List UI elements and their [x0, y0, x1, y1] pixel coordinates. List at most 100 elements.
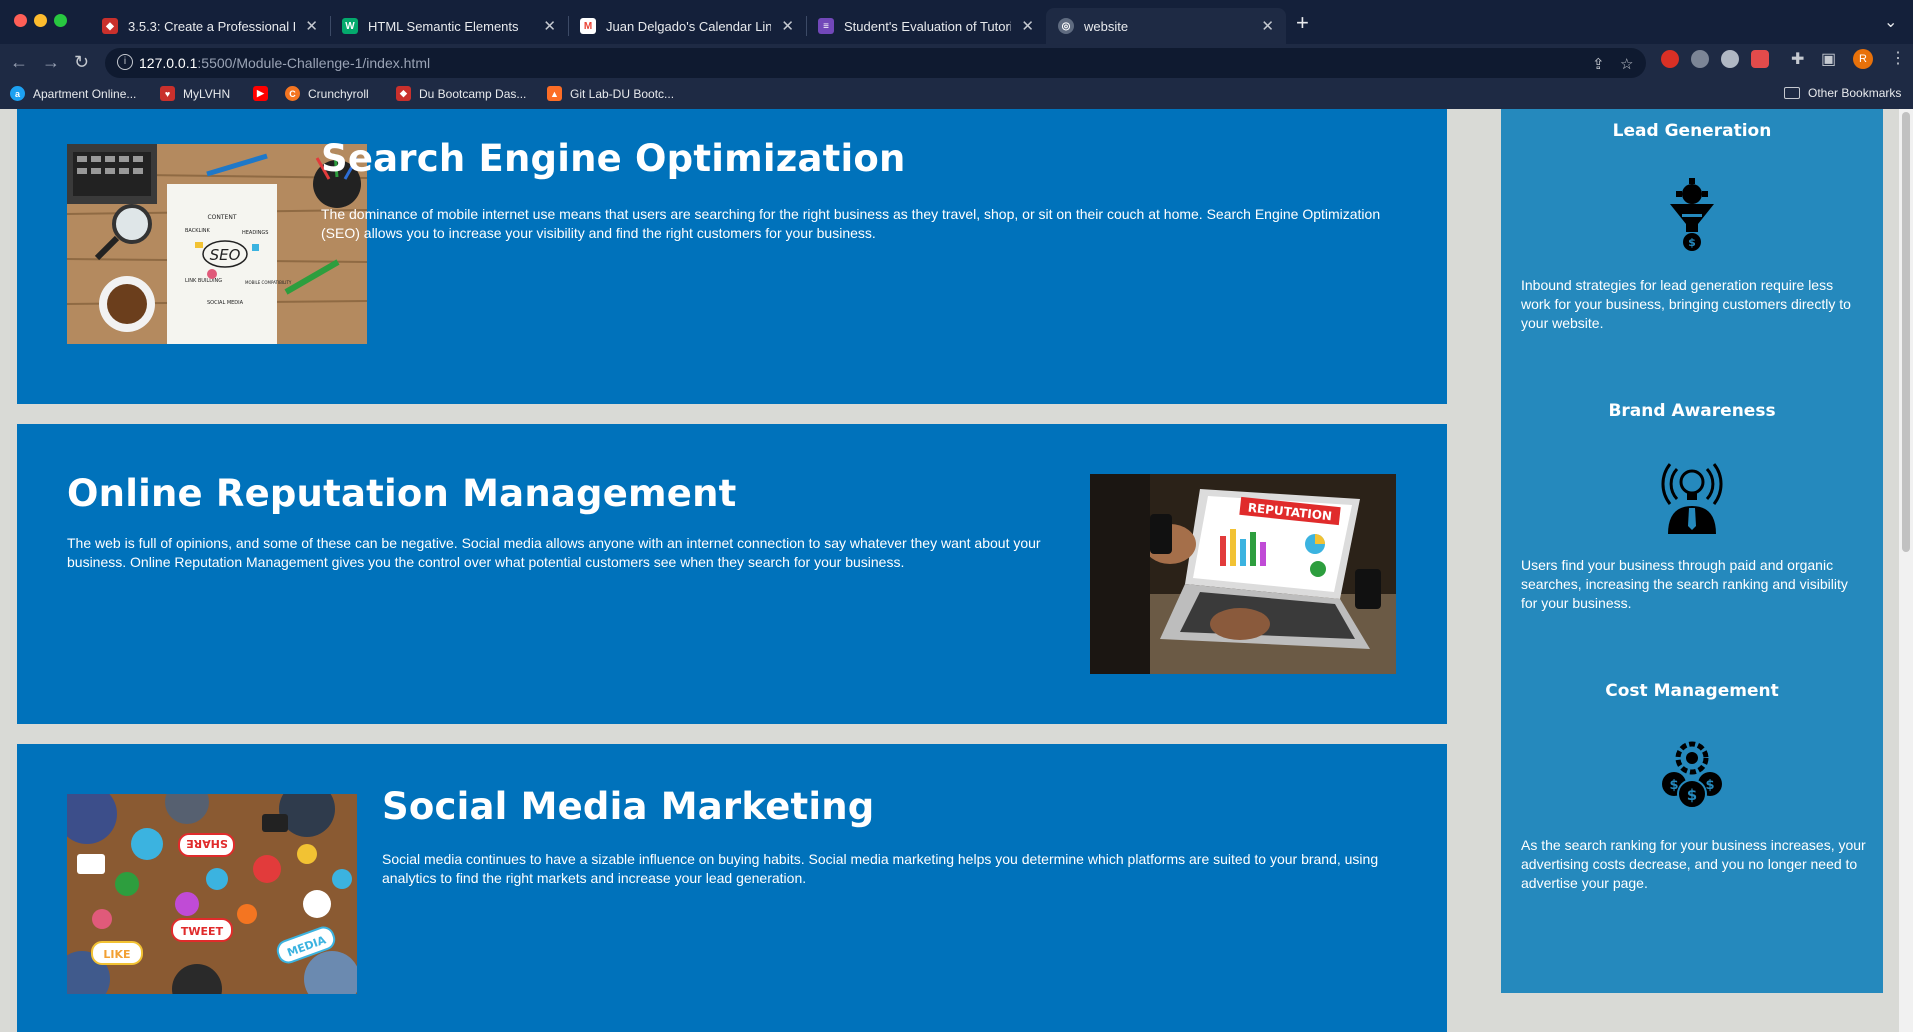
tab-html-semantic[interactable]: W HTML Semantic Elements ✕ — [330, 8, 568, 44]
social-media-image: SHARE TWEET LIKE MEDIA — [67, 794, 357, 994]
bookmark-star-icon[interactable]: ☆ — [1620, 55, 1633, 73]
seo-section: CONTENT BACKLINK HEADINGS SEO LINK BUILD… — [17, 109, 1447, 404]
benefit-title: Lead Generation — [1612, 121, 1772, 141]
mylvhn-icon: ♥ — [160, 86, 175, 101]
section-text: The dominance of mobile internet use mea… — [321, 206, 1381, 241]
social-image-label: LIKE — [103, 948, 130, 961]
tab-student-evaluation[interactable]: ≡ Student's Evaluation of Tutorin ✕ — [806, 8, 1046, 44]
section-title: Online Reputation Management — [67, 472, 737, 515]
browser-chrome: ◆ 3.5.3: Create a Professional Pr ✕ W HT… — [0, 0, 1913, 109]
brand-lightbulb-icon — [1652, 454, 1732, 534]
extension-grammar-icon[interactable] — [1721, 50, 1739, 68]
extensions-puzzle-icon[interactable]: ✚ — [1791, 49, 1804, 69]
bookmark-du-bootcamp[interactable]: ◆ Du Bootcamp Das... — [396, 86, 526, 101]
svg-text:$: $ — [1705, 778, 1714, 793]
benefit-text: As the search ranking for your business … — [1521, 837, 1866, 891]
bootcamp-icon: ◆ — [396, 86, 411, 101]
social-image-label: TWEET — [181, 925, 224, 938]
section-title: Social Media Marketing — [382, 785, 875, 828]
url-path: :5500/Module-Challenge-1/index.html — [197, 55, 431, 71]
bookmark-label: Du Bootcamp Das... — [419, 86, 527, 101]
extension-feather-icon[interactable] — [1691, 50, 1709, 68]
other-bookmarks-label: Other Bookmarks — [1808, 86, 1902, 100]
toolbar: ← → ↻ i 127.0.0.1:5500/Module-Challenge-… — [0, 44, 1913, 82]
reload-icon[interactable]: ↻ — [74, 52, 89, 73]
url-text[interactable]: 127.0.0.1:5500/Module-Challenge-1/index.… — [139, 55, 430, 71]
gmail-icon: M — [580, 18, 596, 34]
social-media-section: SHARE TWEET LIKE MEDIA Social Media Mark… — [17, 744, 1447, 1032]
reputation-section: Online Reputation Management The web is … — [17, 424, 1447, 724]
close-tab-icon[interactable]: ✕ — [1021, 17, 1034, 35]
tab-search-chevron-icon[interactable]: ⌄ — [1884, 12, 1897, 32]
profile-avatar[interactable]: R — [1853, 49, 1873, 69]
seo-image-label: SOCIAL MEDIA — [207, 300, 244, 306]
seo-image-label: LINK BUILDING — [185, 278, 222, 284]
seo-image-label: CONTENT — [207, 214, 236, 221]
section-text: The web is full of opinions, and some of… — [67, 535, 1041, 570]
bookmark-label: Crunchyroll — [308, 86, 369, 101]
bookmark-mylvhn[interactable]: ♥ MyLVHN — [160, 86, 230, 101]
tab-website[interactable]: ◎ website ✕ — [1046, 8, 1286, 44]
section-title: Search Engine Optimization — [321, 137, 906, 180]
bookmark-label: Apartment Online... — [33, 86, 137, 101]
w3schools-icon: W — [342, 18, 358, 34]
lead-funnel-icon: $ — [1652, 174, 1732, 254]
social-image-label: SHARE — [186, 837, 228, 850]
browser-menu-icon[interactable]: ⋮ — [1890, 48, 1906, 68]
tab-calendar-link[interactable]: M Juan Delgado's Calendar Link ✕ — [568, 8, 806, 44]
close-tab-icon[interactable]: ✕ — [1261, 17, 1274, 35]
close-window-button[interactable] — [14, 14, 27, 27]
tab-title: Juan Delgado's Calendar Link — [606, 18, 772, 34]
forms-icon: ≡ — [818, 18, 834, 34]
benefit-text: Users find your business through paid an… — [1521, 557, 1848, 611]
forward-icon[interactable]: → — [42, 52, 60, 73]
svg-text:$: $ — [1669, 778, 1678, 793]
tab-title: HTML Semantic Elements — [368, 18, 519, 34]
tab-strip: ◆ 3.5.3: Create a Professional Pr ✕ W HT… — [0, 0, 1913, 44]
svg-text:$: $ — [1687, 786, 1697, 804]
seo-image-label: BACKLINK — [185, 228, 211, 234]
bookmark-apartment[interactable]: a Apartment Online... — [10, 86, 136, 101]
maximize-window-button[interactable] — [54, 14, 67, 27]
close-tab-icon[interactable]: ✕ — [305, 17, 318, 35]
benefit-title: Brand Awareness — [1608, 401, 1776, 421]
bookmark-label: Git Lab-DU Bootc... — [570, 86, 675, 101]
bookmark-gitlab[interactable]: ▲ Git Lab-DU Bootc... — [547, 86, 674, 101]
bookmark-label: MyLVHN — [183, 86, 231, 101]
minimize-window-button[interactable] — [34, 14, 47, 27]
address-bar[interactable]: i 127.0.0.1:5500/Module-Challenge-1/inde… — [105, 48, 1646, 78]
site-info-icon[interactable]: i — [117, 54, 133, 70]
benefit-text: Inbound strategies for lead generation r… — [1521, 277, 1851, 331]
back-icon[interactable]: ← — [10, 52, 28, 73]
side-panel-icon[interactable]: ▣ — [1821, 49, 1836, 69]
crunchyroll-icon: C — [285, 86, 300, 101]
seo-image-label: HEADINGS — [242, 230, 268, 236]
close-tab-icon[interactable]: ✕ — [543, 17, 556, 35]
bookmark-youtube[interactable]: ▶ — [253, 86, 276, 101]
youtube-icon: ▶ — [253, 86, 268, 101]
tab-title: Student's Evaluation of Tutorin — [844, 18, 1012, 34]
gitlab-icon: ▲ — [547, 86, 562, 101]
globe-icon: ◎ — [1058, 18, 1074, 34]
cost-coins-icon: $ $ $ — [1652, 734, 1732, 814]
benefit-title: Cost Management — [1605, 681, 1779, 701]
share-icon[interactable]: ⇪ — [1592, 55, 1605, 73]
seo-image-label: SEO — [210, 246, 241, 264]
benefits-aside: Lead Generation $ Inbound strategies for… — [1501, 109, 1883, 993]
close-tab-icon[interactable]: ✕ — [781, 17, 794, 35]
url-host: 127.0.0.1 — [139, 55, 198, 71]
extension-record-icon[interactable] — [1751, 50, 1769, 68]
extension-shield-icon[interactable] — [1661, 50, 1679, 68]
folder-icon — [1784, 87, 1800, 99]
other-bookmarks[interactable]: Other Bookmarks — [1784, 86, 1901, 100]
tab-title: website — [1084, 18, 1129, 34]
bookmark-crunchyroll[interactable]: C Crunchyroll — [285, 86, 369, 101]
svg-text:$: $ — [1688, 236, 1696, 249]
scrollbar-thumb[interactable] — [1902, 112, 1910, 552]
tab-create-professional[interactable]: ◆ 3.5.3: Create a Professional Pr ✕ — [90, 8, 330, 44]
new-tab-icon[interactable]: + — [1296, 10, 1309, 36]
bookmarks-bar: a Apartment Online... ♥ MyLVHN ▶ C Crunc… — [0, 82, 1913, 109]
tab-title: 3.5.3: Create a Professional Pr — [128, 18, 296, 34]
apartment-icon: a — [10, 86, 25, 101]
seo-image-label: MOBILE COMPATIBILITY — [245, 280, 292, 285]
